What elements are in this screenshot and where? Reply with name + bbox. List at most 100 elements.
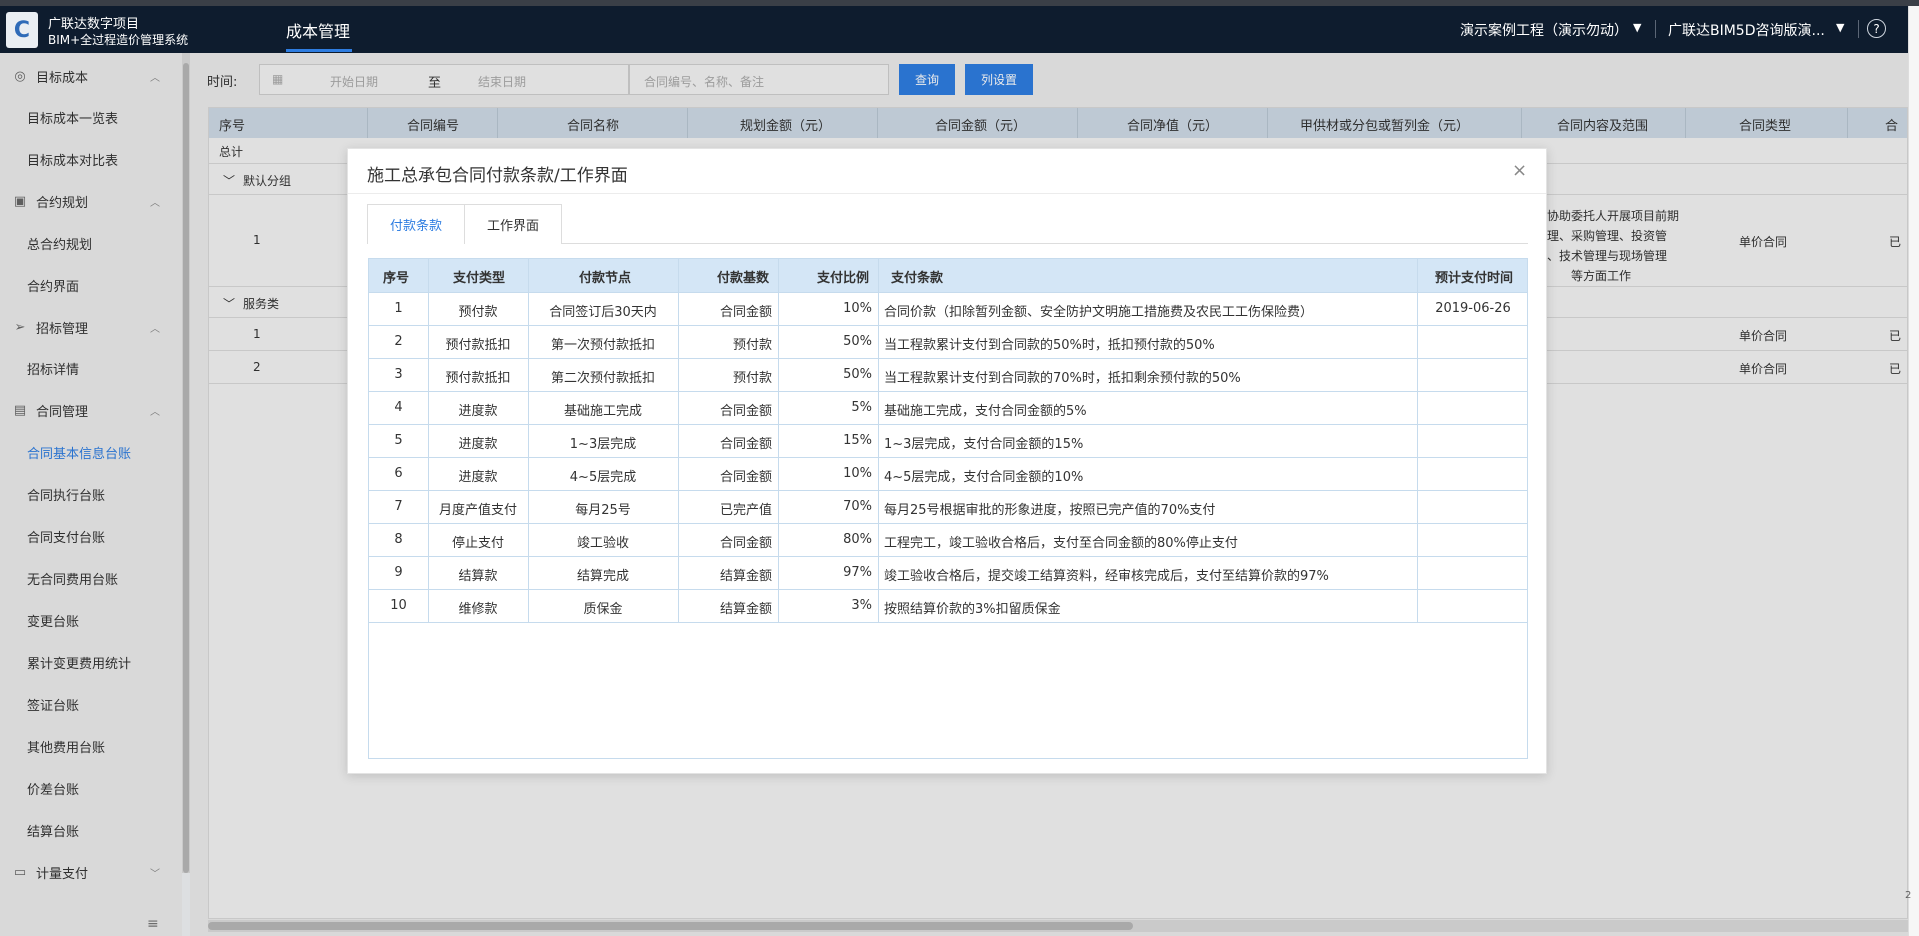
row-index: 5 xyxy=(394,433,403,448)
payment-ratio: 5% xyxy=(851,400,872,415)
row-index: 6 xyxy=(394,466,403,481)
payment-node: 结算完成 xyxy=(576,569,629,584)
payment-clause: 按照结算价款的3%扣留质保金 xyxy=(884,602,1061,617)
payment-type: 预付款 xyxy=(458,305,498,320)
page-scrollbar[interactable] xyxy=(1908,6,1919,936)
table-row[interactable]: 3 预付款抵扣 第二次预付款抵扣 预付款 50% 当工程款累计支付到合同款的70%时，抵扣… xyxy=(369,358,1527,391)
app-logo[interactable]: C xyxy=(6,12,38,48)
payment-type: 进度款 xyxy=(458,437,498,452)
header-divider xyxy=(1858,20,1859,38)
payment-base: 合同金额 xyxy=(719,536,772,551)
table-row[interactable]: 6 进度款 4~5层完成 合同金额 10% 4~5层完成，支付合同金额的10% xyxy=(369,457,1527,490)
help-icon[interactable]: ? xyxy=(1867,19,1886,38)
payment-ratio: 50% xyxy=(843,367,872,382)
payment-type: 停止支付 xyxy=(451,536,504,551)
column-divider xyxy=(1417,259,1418,622)
column-header: 付款基数 xyxy=(717,271,770,286)
payment-base: 合同金额 xyxy=(719,404,772,419)
row-index: 1 xyxy=(394,301,403,316)
table-bottom-border xyxy=(369,622,1527,623)
payment-ratio: 10% xyxy=(843,301,872,316)
tab-work-interface[interactable]: 工作界面 xyxy=(464,204,562,244)
payment-type: 预付款抵扣 xyxy=(445,371,511,386)
table-row[interactable]: 1 预付款 合同签订后30天内 合同金额 10% 合同价款（扣除暂列金额、安全防护文明施工… xyxy=(369,292,1527,325)
payment-base: 结算金额 xyxy=(719,569,772,584)
payment-ratio: 3% xyxy=(851,598,872,613)
payment-node: 质保金 xyxy=(583,602,623,617)
dialog-divider xyxy=(348,193,1546,194)
tab-payment-terms[interactable]: 付款条款 xyxy=(367,204,465,244)
table-row[interactable]: 10 维修款 质保金 结算金额 3% 按照结算价款的3%扣留质保金 xyxy=(369,589,1527,622)
window-strip xyxy=(0,0,1919,6)
payment-node: 每月25号 xyxy=(575,503,631,518)
tab-baseline xyxy=(562,243,1528,244)
payment-ratio: 50% xyxy=(843,334,872,349)
payment-terms-table: 序号 支付类型 付款节点 付款基数 支付比例 支付条款 预计支付时间 1 预付款合… xyxy=(368,258,1528,759)
payment-clause: 基础施工完成，支付合同金额的5% xyxy=(884,404,1087,419)
payment-type: 维修款 xyxy=(458,602,498,617)
row-index: 10 xyxy=(390,598,407,613)
payment-type: 月度产值支付 xyxy=(438,503,517,518)
column-divider xyxy=(528,259,529,622)
payment-ratio: 70% xyxy=(843,499,872,514)
payment-type: 预付款抵扣 xyxy=(445,338,511,353)
row-index: 4 xyxy=(394,400,403,415)
column-header: 支付类型 xyxy=(453,271,506,286)
column-header: 支付比例 xyxy=(817,271,870,286)
close-icon[interactable]: × xyxy=(1512,160,1527,181)
payment-base: 结算金额 xyxy=(719,602,772,617)
table-row[interactable]: 9 结算款 结算完成 结算金额 97% 竣工验收合格后，提交竣工结算资料，经审核完成后，支… xyxy=(369,556,1527,589)
column-divider xyxy=(678,259,679,622)
row-index: 7 xyxy=(394,499,403,514)
column-header: 预计支付时间 xyxy=(1435,271,1514,286)
payment-base: 已完产值 xyxy=(719,503,772,518)
column-header: 序号 xyxy=(383,271,410,286)
payment-clause: 每月25号根据审批的形象进度，按照已完产值的70%支付 xyxy=(884,503,1216,518)
row-index: 3 xyxy=(394,367,403,382)
table-row[interactable]: 2 预付款抵扣 第一次预付款抵扣 预付款 50% 当工程款累计支付到合同款的50%时，抵扣… xyxy=(369,325,1527,358)
table-row[interactable]: 5 进度款 1~3层完成 合同金额 15% 1~3层完成，支付合同金额的15% xyxy=(369,424,1527,457)
row-index: 2 xyxy=(394,334,403,349)
project-selector[interactable]: 演示案例工程（演示勿动） xyxy=(1460,20,1628,40)
brand-subtitle: BIM+全过程造价管理系统 xyxy=(48,33,189,47)
payment-ratio: 10% xyxy=(843,466,872,481)
caret-down-icon[interactable]: ▼ xyxy=(1836,21,1844,34)
column-header: 付款节点 xyxy=(579,271,632,286)
payment-base: 合同金额 xyxy=(719,437,772,452)
payment-type: 进度款 xyxy=(458,470,498,485)
payment-ratio: 15% xyxy=(843,433,872,448)
payment-clause: 竣工验收合格后，提交竣工结算资料，经审核完成后，支付至结算价款的97% xyxy=(884,569,1329,584)
table-header: 序号 支付类型 付款节点 付款基数 支付比例 支付条款 预计支付时间 xyxy=(369,259,1527,292)
nav-tab-cost-management[interactable]: 成本管理 xyxy=(286,18,350,42)
payment-clause: 工程完工，竣工验收合格后，支付至合同金额的80%停止支付 xyxy=(884,536,1238,551)
payment-node: 1~3层完成 xyxy=(569,437,637,452)
payment-base: 预付款 xyxy=(732,371,772,386)
payment-clause: 当工程款累计支付到合同款的70%时，抵扣剩余预付款的50% xyxy=(884,371,1241,386)
company-selector[interactable]: 广联达BIM5D咨询版演... xyxy=(1668,20,1825,40)
column-header: 支付条款 xyxy=(891,271,944,286)
payment-node: 第二次预付款抵扣 xyxy=(550,371,655,386)
payment-ratio: 80% xyxy=(843,532,872,547)
table-row[interactable]: 8 停止支付 竣工验收 合同金额 80% 工程完工，竣工验收合格后，支付至合同金额的80%… xyxy=(369,523,1527,556)
payment-clause: 4~5层完成，支付合同金额的10% xyxy=(884,470,1084,485)
column-divider xyxy=(778,259,779,622)
table-row[interactable]: 7 月度产值支付 每月25号 已完产值 70% 每月25号根据审批的形象进度，按照已完产值… xyxy=(369,490,1527,523)
caret-down-icon[interactable]: ▼ xyxy=(1633,21,1641,34)
payment-type: 结算款 xyxy=(458,569,498,584)
payment-clause: 当工程款累计支付到合同款的50%时，抵扣预付款的50% xyxy=(884,338,1215,353)
payment-base: 合同金额 xyxy=(719,470,772,485)
column-divider xyxy=(428,259,429,622)
top-header: C 广联达数字项目 BIM+全过程造价管理系统 成本管理 演示案例工程（演示勿动… xyxy=(0,0,1919,53)
payment-node: 合同签订后30天内 xyxy=(549,305,657,320)
payment-type: 进度款 xyxy=(458,404,498,419)
nav-active-indicator xyxy=(286,49,352,52)
payment-ratio: 97% xyxy=(843,565,872,580)
table-row[interactable]: 4 进度款 基础施工完成 合同金额 5% 基础施工完成，支付合同金额的5% xyxy=(369,391,1527,424)
column-divider xyxy=(878,259,879,622)
dialog-title: 施工总承包合同付款条款/工作界面 xyxy=(367,166,628,186)
row-index: 9 xyxy=(394,565,403,580)
expected-payment-date: 2019-06-26 xyxy=(1435,301,1511,316)
payment-base: 预付款 xyxy=(732,338,772,353)
payment-node: 竣工验收 xyxy=(576,536,629,551)
header-divider xyxy=(1655,20,1656,38)
